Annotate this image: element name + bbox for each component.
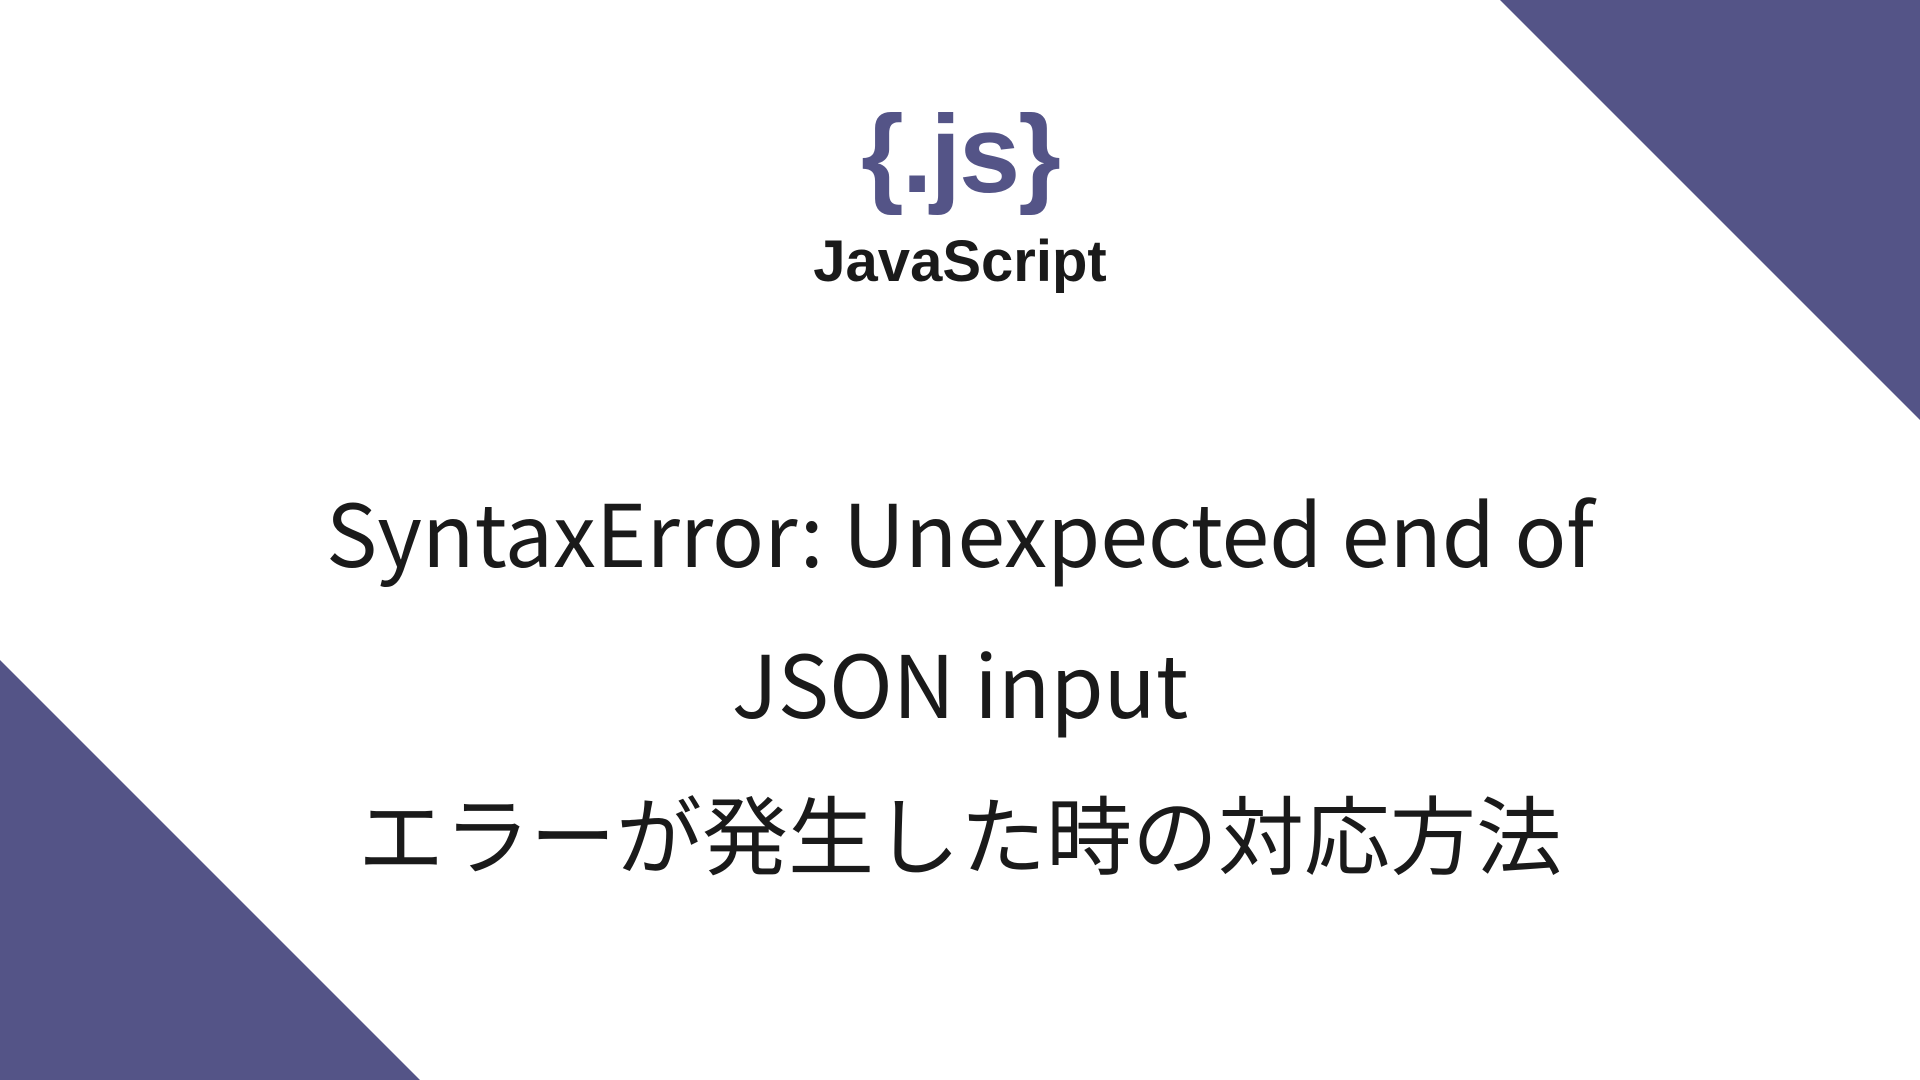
logo-label: JavaScript [813, 228, 1106, 295]
title-line-1: SyntaxError: Unexpected end of [326, 455, 1594, 606]
page-title: SyntaxError: Unexpected end of JSON inpu… [326, 455, 1594, 907]
js-logo-icon: {.js} [861, 100, 1059, 210]
title-line-3: エラーが発生した時の対応方法 [326, 756, 1594, 907]
title-line-2: JSON input [326, 606, 1594, 757]
main-content: {.js} JavaScript SyntaxError: Unexpected… [0, 0, 1920, 1080]
logo-section: {.js} JavaScript [813, 100, 1106, 295]
